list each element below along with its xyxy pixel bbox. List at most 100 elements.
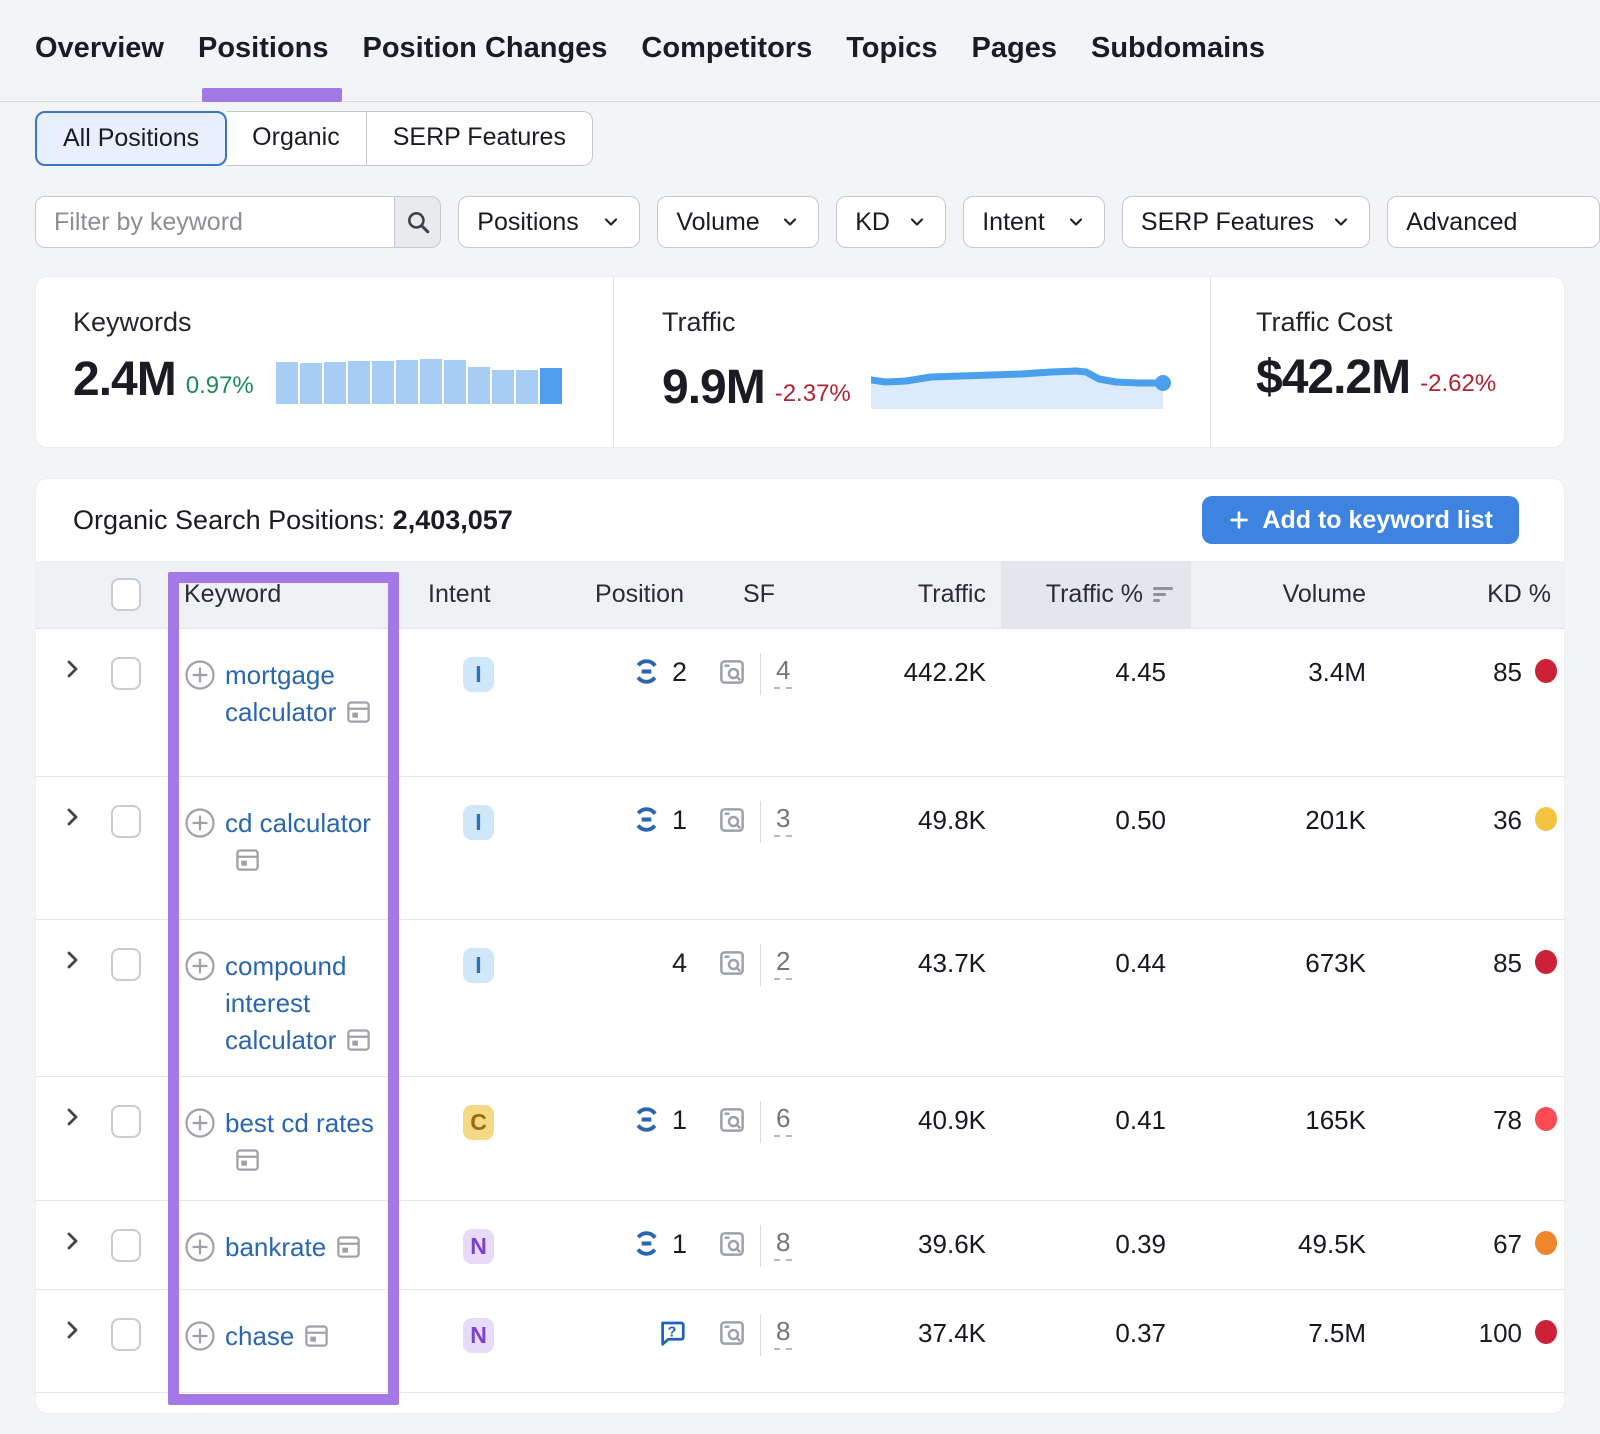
keyword-link[interactable]: compound interest calculator (225, 951, 346, 1055)
subtab-organic[interactable]: Organic (226, 111, 367, 166)
add-keyword-icon[interactable] (184, 659, 216, 776)
sf-count-link[interactable]: 4 (774, 657, 792, 689)
intent-badge: I (463, 948, 494, 983)
add-keyword-icon[interactable] (184, 1320, 216, 1392)
volume-value: 7.5M (1191, 1290, 1376, 1392)
traffic-pct-value: 0.41 (1001, 1077, 1191, 1200)
serp-features-icon[interactable] (717, 1105, 747, 1135)
keyword-filter-input[interactable] (36, 197, 394, 247)
keyword-link[interactable]: cd calculator (225, 808, 371, 838)
header-traffic-pct[interactable]: Traffic % (1001, 561, 1191, 628)
link-icon (632, 1229, 661, 1258)
kd-value: 67 (1493, 1229, 1522, 1260)
row-checkbox[interactable] (111, 1229, 141, 1262)
serp-features-icon[interactable] (717, 1318, 747, 1348)
keyword-link[interactable]: bankrate (225, 1232, 326, 1262)
tab-position-changes[interactable]: Position Changes (363, 32, 608, 91)
serp-features-icon[interactable] (717, 657, 747, 687)
filter-bar: Positions Volume KD Intent SERP Features… (35, 196, 1600, 248)
traffic-pct-value: 0.39 (1001, 1201, 1191, 1289)
sort-descending-icon (1153, 587, 1173, 602)
position-value: 1 (672, 1229, 687, 1259)
expand-row-icon[interactable] (36, 1201, 111, 1289)
volume-value: 201K (1191, 777, 1376, 919)
kd-difficulty-dot (1535, 1320, 1557, 1344)
header-traffic: Traffic (811, 561, 1001, 628)
intent-filter-dropdown[interactable]: Intent (963, 196, 1105, 248)
header-volume: Volume (1191, 561, 1376, 628)
intent-badge: C (463, 1105, 494, 1140)
serp-preview-icon[interactable] (335, 1233, 362, 1260)
serp-preview-icon[interactable] (345, 1026, 372, 1053)
row-checkbox[interactable] (111, 1318, 141, 1351)
kd-difficulty-dot (1535, 1231, 1557, 1255)
divider (760, 1101, 761, 1143)
serp-features-filter-dropdown[interactable]: SERP Features (1122, 196, 1370, 248)
expand-row-icon[interactable] (36, 777, 111, 919)
link-icon (632, 657, 661, 686)
expand-row-icon[interactable] (36, 920, 111, 1076)
volume-filter-dropdown[interactable]: Volume (657, 196, 819, 248)
volume-value: 49.5K (1191, 1201, 1376, 1289)
kd-difficulty-dot (1535, 807, 1557, 831)
subtab-serp-features[interactable]: SERP Features (367, 111, 593, 166)
expand-row-icon[interactable] (36, 1077, 111, 1200)
tab-subdomains[interactable]: Subdomains (1091, 32, 1265, 91)
select-all-checkbox[interactable] (111, 578, 141, 611)
traffic-pct-value: 0.50 (1001, 777, 1191, 919)
table-row: cd calculator I 1 3 49.8K 0.50 201K 36 (36, 776, 1564, 919)
chevron-down-icon (1331, 212, 1351, 232)
sf-count-link[interactable]: 8 (774, 1318, 792, 1350)
tab-competitors[interactable]: Competitors (641, 32, 812, 91)
question-bubble-icon[interactable]: ? (657, 1318, 687, 1348)
add-keyword-icon[interactable] (184, 1107, 216, 1200)
keywords-change: 0.97% (186, 372, 254, 400)
sf-count-link[interactable]: 2 (774, 948, 792, 980)
add-keyword-icon[interactable] (184, 950, 216, 1076)
expand-row-icon[interactable] (36, 1290, 111, 1392)
row-checkbox[interactable] (111, 805, 141, 838)
row-checkbox[interactable] (111, 657, 141, 690)
search-button[interactable] (394, 197, 440, 247)
serp-preview-icon[interactable] (303, 1322, 330, 1349)
header-keyword: Keyword (166, 561, 401, 628)
tab-pages[interactable]: Pages (972, 32, 1057, 91)
keyword-link[interactable]: best cd rates (225, 1108, 374, 1138)
sf-count-link[interactable]: 6 (774, 1105, 792, 1137)
serp-preview-icon[interactable] (234, 1146, 261, 1173)
chevron-down-icon (1066, 212, 1086, 232)
expand-row-icon[interactable] (36, 629, 111, 776)
divider (760, 653, 761, 695)
advanced-filters-button[interactable]: Advanced (1387, 196, 1600, 248)
subtab-all-positions[interactable]: All Positions (35, 111, 227, 166)
keyword-link[interactable]: mortgage calculator (225, 660, 336, 727)
tab-positions[interactable]: Positions (198, 32, 329, 91)
tab-overview[interactable]: Overview (35, 32, 164, 91)
keyword-filter (35, 196, 441, 248)
traffic-value: 37.4K (811, 1290, 1001, 1392)
kd-difficulty-dot (1535, 950, 1557, 974)
sf-count-link[interactable]: 8 (774, 1229, 792, 1261)
serp-preview-icon[interactable] (345, 698, 372, 725)
add-keyword-icon[interactable] (184, 1231, 216, 1289)
serp-features-icon[interactable] (717, 948, 747, 978)
sf-count-link[interactable]: 3 (774, 805, 792, 837)
row-checkbox[interactable] (111, 948, 141, 981)
row-checkbox[interactable] (111, 1105, 141, 1138)
intent-badge: I (463, 805, 494, 840)
serp-preview-icon[interactable] (234, 846, 261, 873)
positions-summary: Organic Search Positions: 2,403,057 (73, 505, 513, 536)
header-checkbox-cell (111, 561, 166, 628)
tab-topics[interactable]: Topics (846, 32, 937, 91)
serp-features-icon[interactable] (717, 1229, 747, 1259)
add-keyword-icon[interactable] (184, 807, 216, 919)
positions-filter-dropdown[interactable]: Positions (458, 196, 640, 248)
add-to-keyword-list-button[interactable]: Add to keyword list (1202, 496, 1519, 544)
header-expand (36, 561, 111, 628)
serp-features-icon[interactable] (717, 805, 747, 835)
table-row: chase N ? 8 37.4K 0.37 7.5M 100 (36, 1289, 1564, 1392)
keyword-link[interactable]: chase (225, 1321, 294, 1351)
kd-filter-dropdown[interactable]: KD (836, 196, 946, 248)
kd-value: 85 (1493, 948, 1522, 979)
traffic-pct-value: 0.37 (1001, 1290, 1191, 1392)
